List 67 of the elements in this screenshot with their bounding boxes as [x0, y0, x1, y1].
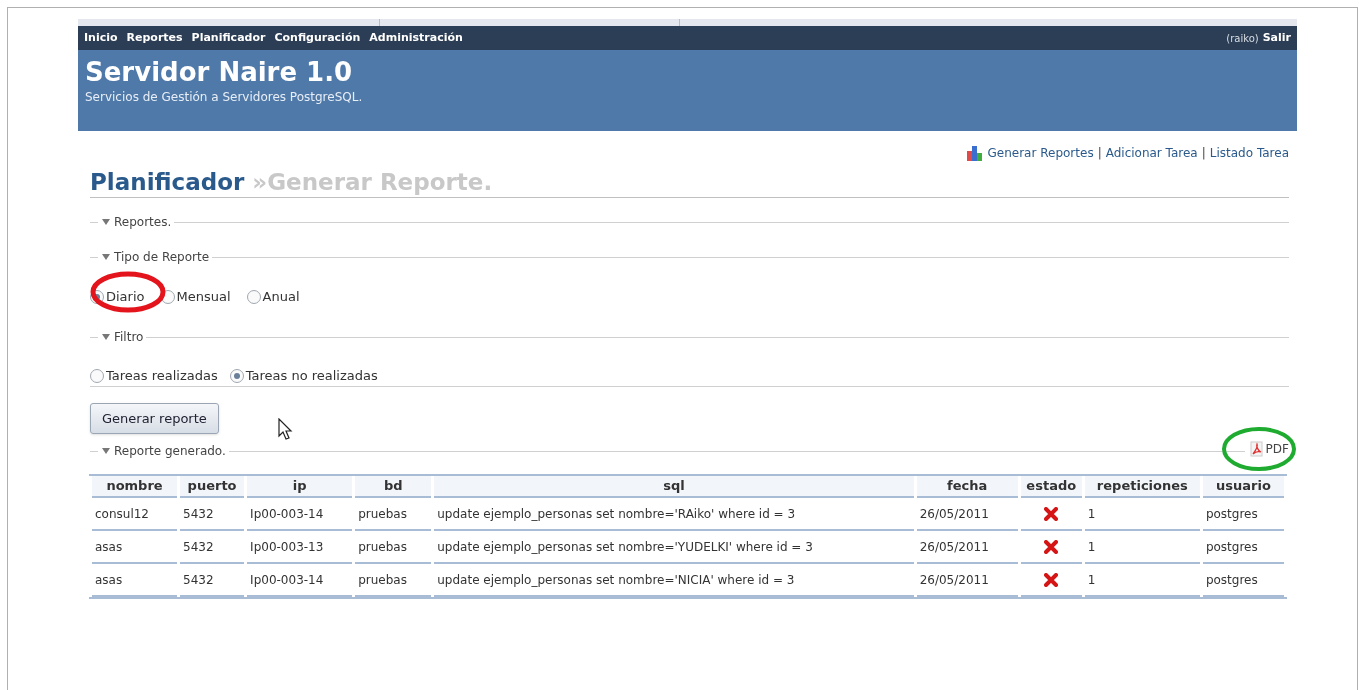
column-header: nombre — [92, 476, 178, 498]
section-label: Tipo de Reporte — [114, 249, 211, 266]
column-header: sql — [434, 476, 914, 498]
nav-link[interactable]: Inicio — [84, 29, 118, 47]
table-cell: Ip00-003-14 — [250, 506, 324, 521]
site-subtitle: Servicios de Gestión a Servidores PostgreSQL. — [85, 89, 364, 106]
table-cell: update ejemplo_personas set nombre='NICIA' where id = 3 — [437, 572, 795, 587]
table-cell: Ip00-003-14 — [250, 572, 324, 587]
collapse-toggle-icon[interactable] — [102, 334, 110, 340]
user-name: (raiko) — [1226, 31, 1259, 46]
table-cell: consul12 — [95, 506, 149, 521]
table-cell: 5432 — [183, 506, 214, 521]
radio-button[interactable] — [246, 290, 261, 304]
bar-chart-icon — [965, 145, 984, 161]
table-cell: pruebas — [358, 572, 407, 587]
action-link[interactable]: Listado Tarea — [1209, 144, 1289, 162]
table-cell: pruebas — [358, 539, 407, 554]
separator: | — [1097, 145, 1102, 162]
table-cell: 1 — [1087, 572, 1096, 587]
column-header: repeticiones — [1084, 476, 1200, 498]
column-header: bd — [355, 476, 432, 498]
action-link[interactable]: Generar Reportes — [987, 144, 1094, 162]
nav-link[interactable]: Reportes — [126, 29, 183, 47]
radio-label[interactable]: Mensual — [176, 287, 231, 307]
separator: | — [1201, 145, 1206, 162]
table-cell: 26/05/2011 — [919, 506, 989, 521]
nav-link[interactable]: Administración — [369, 29, 463, 47]
column-header: puerto — [180, 476, 245, 498]
radio-button[interactable] — [90, 369, 104, 383]
table-cell: pruebas — [358, 506, 407, 521]
section-label: Reporte generado. — [114, 443, 227, 460]
nav-link[interactable]: Configuración — [274, 29, 361, 47]
table-cell: update ejemplo_personas set nombre='RAiko' where id = 3 — [437, 506, 796, 521]
table-cell: 5432 — [183, 539, 214, 554]
column-header: usuario — [1202, 476, 1284, 498]
table-cell: 26/05/2011 — [919, 539, 989, 554]
table-cell: asas — [95, 572, 123, 587]
collapse-toggle-icon[interactable] — [102, 219, 110, 225]
table-cell: 1 — [1087, 506, 1096, 521]
table-cell: update ejemplo_personas set nombre='YUDELKI' where id = 3 — [437, 539, 813, 554]
generate-report-button[interactable]: Generar reporte — [90, 403, 219, 434]
nav-link[interactable]: Planificador — [191, 29, 266, 47]
radio-label[interactable]: Tareas realizadas — [106, 366, 218, 386]
table-cell: asas — [95, 539, 123, 554]
pdf-icon — [1248, 441, 1265, 457]
cursor-icon — [278, 418, 294, 442]
logout-link[interactable]: Salir — [1262, 29, 1291, 47]
pdf-link[interactable]: PDF — [1265, 440, 1289, 458]
section-label: Filtro — [114, 329, 145, 346]
radio-label[interactable]: Anual — [262, 287, 300, 307]
table-cell: 5432 — [183, 572, 214, 587]
radio-button[interactable] — [229, 369, 244, 383]
action-link[interactable]: Adicionar Tarea — [1105, 144, 1198, 162]
column-header: estado — [1020, 476, 1082, 498]
table-cell: 1 — [1087, 539, 1096, 554]
collapse-toggle-icon[interactable] — [102, 448, 110, 454]
table-cell: postgres — [1205, 506, 1258, 521]
table-cell: postgres — [1205, 539, 1258, 554]
column-header: ip — [247, 476, 353, 498]
table-cell: 26/05/2011 — [919, 572, 989, 587]
section-label: Reportes. — [114, 214, 173, 231]
table-cell: Ip00-003-13 — [250, 539, 324, 554]
site-title: Servidor Naire 1.0 — [85, 56, 354, 88]
collapse-toggle-icon[interactable] — [102, 254, 110, 260]
radio-label[interactable]: Tareas no realizadas — [245, 366, 378, 386]
table-cell: postgres — [1205, 572, 1258, 587]
column-header: fecha — [916, 476, 1018, 498]
